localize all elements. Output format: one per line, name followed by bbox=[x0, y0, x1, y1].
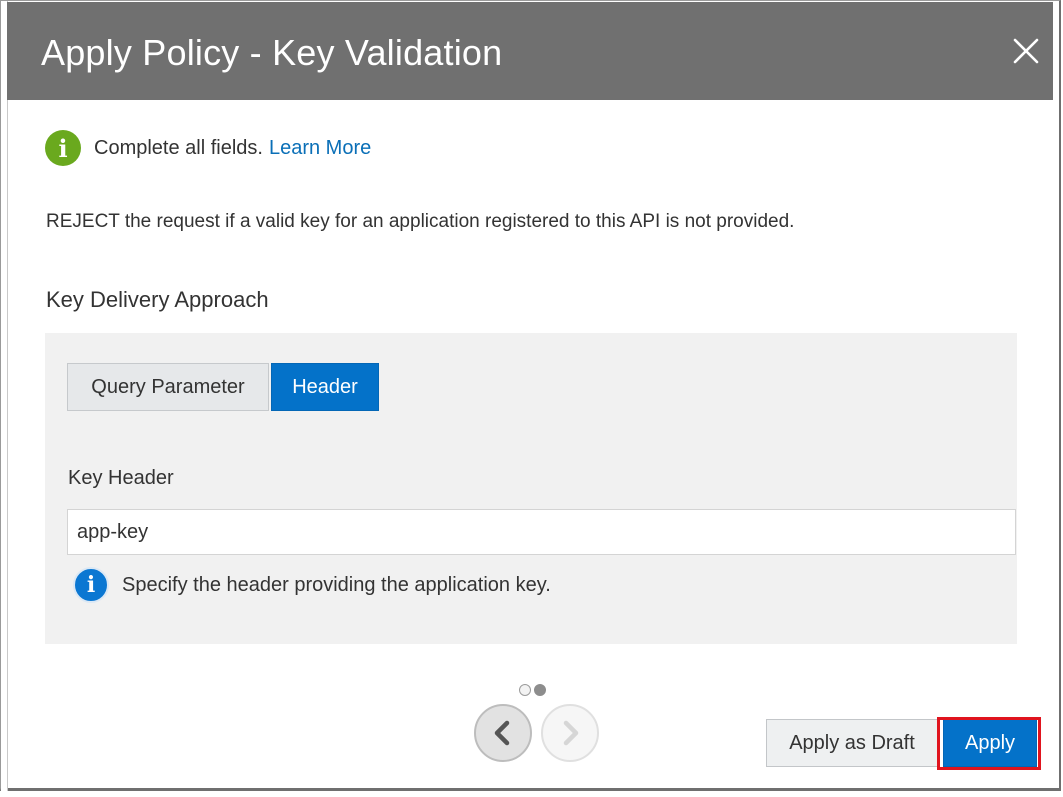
policy-description: REJECT the request if a valid key for an… bbox=[46, 211, 795, 232]
previous-button[interactable] bbox=[474, 704, 532, 762]
section-title: Key Delivery Approach bbox=[46, 287, 269, 312]
key-header-label: Key Header bbox=[68, 467, 174, 489]
info-message: i Complete all fields. Learn More bbox=[45, 129, 371, 167]
apply-button[interactable]: Apply bbox=[943, 719, 1037, 767]
pager-dot bbox=[519, 684, 531, 696]
key-header-hint: i Specify the header providing the appli… bbox=[73, 567, 551, 603]
hint-text: Specify the header providing the applica… bbox=[122, 573, 551, 596]
pager-dot-active bbox=[534, 684, 546, 696]
dialog-left-edge bbox=[1, 1, 8, 791]
toggle-query-parameter[interactable]: Query Parameter bbox=[67, 363, 269, 411]
close-icon[interactable] bbox=[1011, 36, 1041, 66]
toggle-header[interactable]: Header bbox=[271, 363, 379, 411]
info-text: Complete all fields. bbox=[94, 136, 263, 159]
key-header-input[interactable] bbox=[67, 509, 1016, 555]
info-green-icon: i bbox=[45, 130, 81, 166]
key-delivery-toggle: Query Parameter Header bbox=[67, 363, 379, 411]
chevron-right-icon bbox=[563, 720, 579, 746]
info-blue-icon: i bbox=[73, 567, 109, 603]
learn-more-link[interactable]: Learn More bbox=[269, 137, 371, 160]
apply-policy-dialog: Apply Policy - Key Validation i Complete… bbox=[0, 0, 1061, 791]
dialog-titlebar: Apply Policy - Key Validation bbox=[7, 2, 1053, 100]
apply-as-draft-button[interactable]: Apply as Draft bbox=[766, 719, 938, 767]
next-button[interactable] bbox=[541, 704, 599, 762]
key-delivery-panel: Query Parameter Header Key Header i Spec… bbox=[45, 333, 1017, 644]
dialog-title: Apply Policy - Key Validation bbox=[41, 32, 503, 73]
chevron-left-icon bbox=[494, 720, 510, 746]
pager-dots bbox=[519, 684, 549, 696]
